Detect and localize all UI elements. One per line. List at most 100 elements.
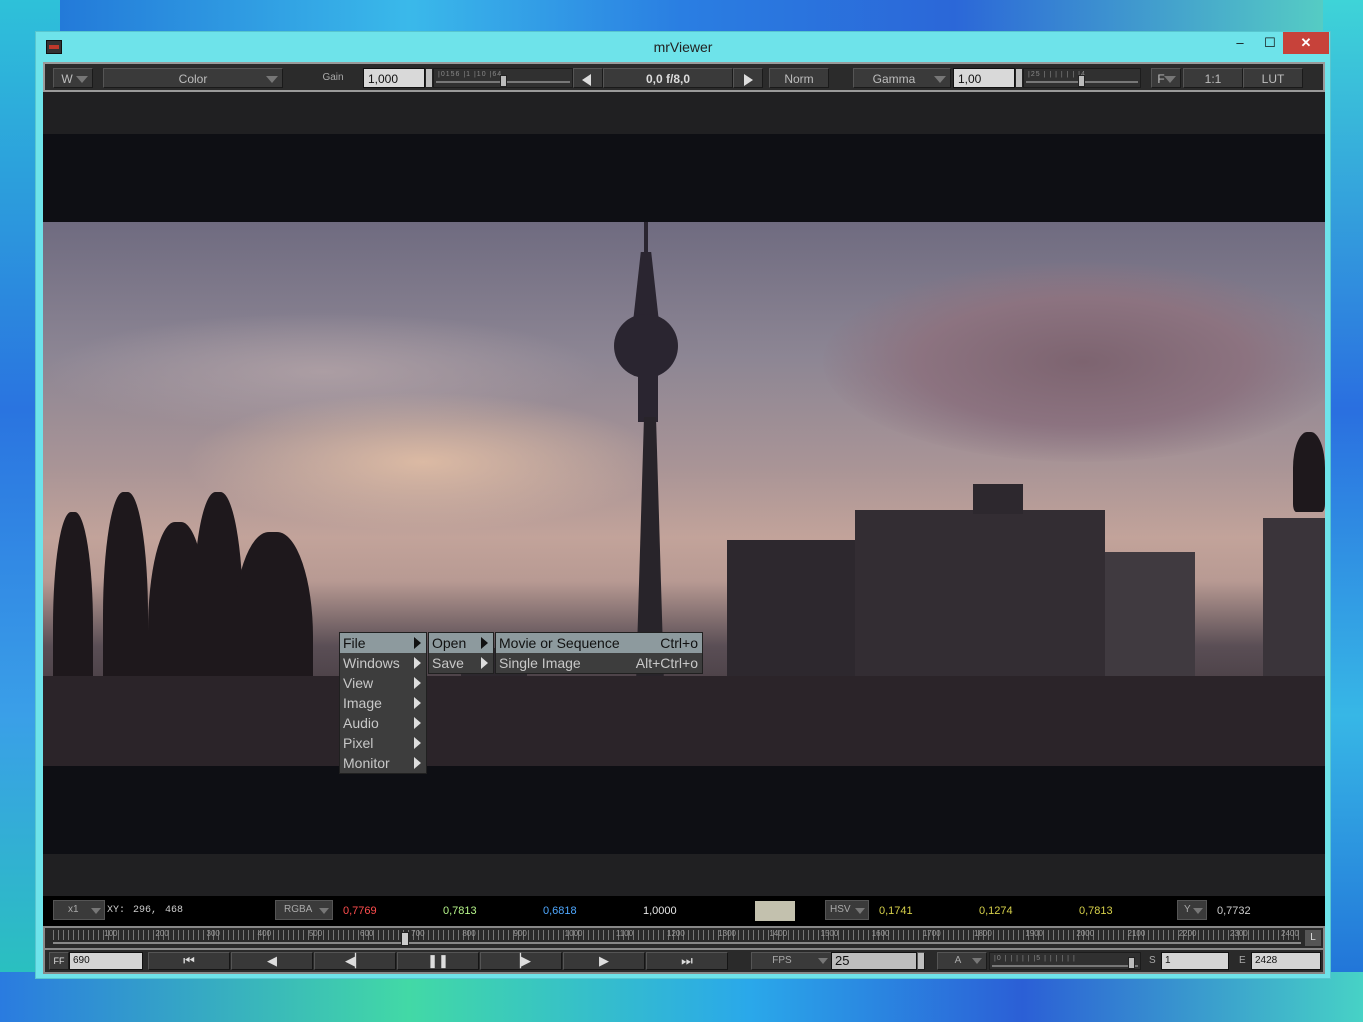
frame-input[interactable]: 690 [69,952,143,970]
minimize-button[interactable]: – [1225,32,1255,54]
menu-item-open[interactable]: Open [429,633,493,653]
image-view[interactable] [43,222,1325,766]
submenu-arrow-icon [414,717,421,729]
building [973,484,1023,514]
timeline-label: 2000 [1076,929,1095,938]
luminance-mode-label: Y [1184,904,1191,915]
tree [1293,432,1325,512]
frame-mode-button[interactable]: FF [49,952,69,970]
timeline-label: 2100 [1127,929,1146,938]
menu-item-single-image[interactable]: Single Image Alt+Ctrl+o [496,653,702,673]
channel-dropdown[interactable]: Color [103,68,283,88]
title-bar[interactable]: mrViewer – ☐ ✕ [36,32,1330,62]
maximize-button[interactable]: ☐ [1255,32,1285,54]
pixel-info-bar: x1 XY: 296, 468 RGBA 0,7769 0,7813 0,681… [43,896,1325,926]
menu-item-movie-or-sequence[interactable]: Movie or Sequence Ctrl+o [496,633,702,653]
skip-to-start-button[interactable]: ⏮ [148,952,230,970]
zoom-dropdown[interactable]: x1 [53,900,105,920]
rgba-mode-dropdown[interactable]: RGBA [275,900,333,920]
start-frame-input[interactable]: 1 [1161,952,1229,970]
menu-item-label: Audio [343,715,379,731]
menu-item-view[interactable]: View [340,673,426,693]
step-back-button[interactable]: ◀ [231,952,313,970]
menu-item-audio[interactable]: Audio [340,713,426,733]
loop-toggle[interactable]: L [1305,930,1321,946]
submenu-arrow-icon [481,637,488,649]
fstop-next-button[interactable] [733,68,763,88]
timeline-label: 1200 [667,929,685,938]
timeline-label: 1500 [820,929,839,938]
timeline-label: 1900 [1025,929,1043,938]
skip-to-end-button[interactable]: ⏭ [646,952,728,970]
gamma-dropdown[interactable]: Gamma [853,68,951,88]
tv-tower-neck [638,372,658,422]
submenu-arrow-icon [414,697,421,709]
hsv-mode-label: HSV [830,904,851,915]
pause-button[interactable]: ❚❚ [397,952,479,970]
menu-item-pixel[interactable]: Pixel [340,733,426,753]
step-back-icon: ◀ [267,953,277,968]
field-dropdown[interactable]: F [1151,68,1181,88]
volume-slider-handle[interactable] [1128,957,1135,969]
menu-item-save[interactable]: Save [429,653,493,673]
submenu-arrow-icon [414,757,421,769]
zoom-label: x1 [68,904,79,915]
menu-item-windows[interactable]: Windows [340,653,426,673]
timeline-label: 1000 [564,929,583,938]
chevron-down-icon [934,76,946,83]
play-forward-button[interactable]: ▕▶ [480,952,562,970]
timeline-label: 1600 [871,929,890,938]
gamma-spinner[interactable] [1015,68,1023,88]
letterbox-top [43,92,1325,134]
lut-button[interactable]: LUT [1243,68,1303,88]
menu-item-label: Windows [343,655,400,671]
timeline-label: 1700 [922,929,941,938]
menu-item-monitor[interactable]: Monitor [340,753,426,773]
chevron-down-icon [76,76,88,83]
gamma-slider-handle[interactable] [1078,75,1085,87]
fps-label: FPS [772,955,792,966]
timeline-label: 2400 [1281,929,1299,938]
submenu-arrow-icon [414,657,421,669]
x-coordinate: 296, [133,905,158,916]
wipe-dropdown[interactable]: W [53,68,93,88]
step-forward-button[interactable]: ▶ [563,952,645,970]
ratio-button[interactable]: 1:1 [1183,68,1243,88]
gain-slider-handle[interactable] [500,75,507,87]
gain-spinner[interactable] [425,68,433,88]
menu-item-file[interactable]: File [340,633,426,653]
audio-dropdown[interactable]: A [937,952,987,970]
top-toolbar: W Color Gain 1,000 |0156 |1 |10 |64 0,0 … [43,62,1325,92]
timeline-label: 200 [155,929,169,938]
volume-slider[interactable]: |0 | | | | | |5 | | | | | | [989,952,1141,970]
play-backward-button[interactable]: ◀▏ [314,952,396,970]
end-frame-input[interactable]: 2428 [1251,952,1321,970]
foreground [43,676,1325,766]
fstop-prev-button[interactable] [573,68,603,88]
timeline[interactable]: 100 200 300 400 500 600 700 800 900 1000… [43,926,1325,950]
play-forward-icon: ▕▶ [511,953,531,968]
menu-item-label: Open [432,635,467,651]
cloud [183,392,663,532]
chevron-down-icon [855,908,865,914]
arrow-left-icon [582,74,591,86]
close-button[interactable]: ✕ [1283,32,1329,54]
luminance-mode-dropdown[interactable]: Y [1177,900,1207,920]
tv-tower-antenna [644,222,648,256]
fps-dropdown[interactable]: FPS [751,952,833,970]
norm-button[interactable]: Norm [769,68,829,88]
green-value: 0,7813 [443,905,477,917]
gain-label: Gain [322,72,344,83]
fps-input[interactable]: 25 [831,952,917,970]
gain-input[interactable]: 1,000 [363,68,425,88]
gamma-slider[interactable]: |25 | | | | | | |4 [1023,68,1141,88]
timeline-label: 2200 [1178,929,1197,938]
timeline-playhead[interactable] [401,932,409,946]
menu-item-image[interactable]: Image [340,693,426,713]
fps-spinner[interactable] [917,952,925,970]
play-backward-icon: ◀▏ [345,953,365,968]
hsv-mode-dropdown[interactable]: HSV [825,900,869,920]
timeline-track [53,942,1301,944]
gain-slider[interactable]: |0156 |1 |10 |64 [433,68,573,88]
gamma-input[interactable]: 1,00 [953,68,1015,88]
